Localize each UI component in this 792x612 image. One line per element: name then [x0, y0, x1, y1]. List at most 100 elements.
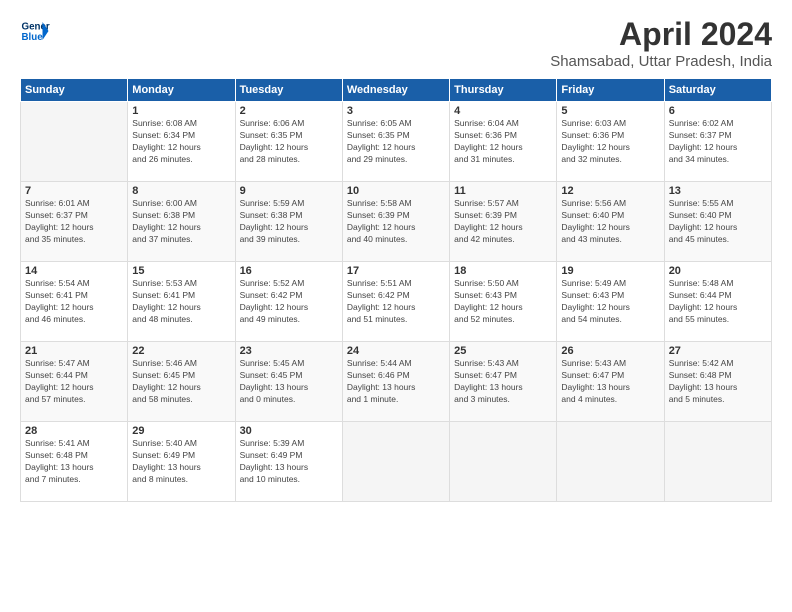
day-info: Sunrise: 5:43 AM Sunset: 6:47 PM Dayligh… [454, 358, 552, 406]
calendar-cell: 22Sunrise: 5:46 AM Sunset: 6:45 PM Dayli… [128, 342, 235, 422]
day-info: Sunrise: 5:41 AM Sunset: 6:48 PM Dayligh… [25, 438, 123, 486]
calendar-week-2: 7Sunrise: 6:01 AM Sunset: 6:37 PM Daylig… [21, 182, 772, 262]
day-number: 28 [25, 425, 123, 437]
calendar-week-3: 14Sunrise: 5:54 AM Sunset: 6:41 PM Dayli… [21, 262, 772, 342]
day-info: Sunrise: 5:47 AM Sunset: 6:44 PM Dayligh… [25, 358, 123, 406]
day-info: Sunrise: 5:43 AM Sunset: 6:47 PM Dayligh… [561, 358, 659, 406]
calendar-cell: 9Sunrise: 5:59 AM Sunset: 6:38 PM Daylig… [235, 182, 342, 262]
day-number: 3 [347, 105, 445, 117]
svg-text:Blue: Blue [22, 32, 44, 43]
day-number: 29 [132, 425, 230, 437]
calendar-cell: 8Sunrise: 6:00 AM Sunset: 6:38 PM Daylig… [128, 182, 235, 262]
logo: General Blue [20, 16, 50, 46]
calendar-table: SundayMondayTuesdayWednesdayThursdayFrid… [20, 78, 772, 502]
day-info: Sunrise: 5:46 AM Sunset: 6:45 PM Dayligh… [132, 358, 230, 406]
day-number: 6 [669, 105, 767, 117]
day-number: 1 [132, 105, 230, 117]
calendar-cell: 2Sunrise: 6:06 AM Sunset: 6:35 PM Daylig… [235, 102, 342, 182]
calendar-cell: 25Sunrise: 5:43 AM Sunset: 6:47 PM Dayli… [450, 342, 557, 422]
calendar-cell: 15Sunrise: 5:53 AM Sunset: 6:41 PM Dayli… [128, 262, 235, 342]
day-number: 4 [454, 105, 552, 117]
day-info: Sunrise: 6:06 AM Sunset: 6:35 PM Dayligh… [240, 118, 338, 166]
day-number: 24 [347, 345, 445, 357]
calendar-week-1: 1Sunrise: 6:08 AM Sunset: 6:34 PM Daylig… [21, 102, 772, 182]
day-number: 26 [561, 345, 659, 357]
day-number: 30 [240, 425, 338, 437]
header: General Blue April 2024 Shamsabad, Uttar… [20, 16, 772, 70]
calendar-cell [342, 422, 449, 502]
day-info: Sunrise: 6:01 AM Sunset: 6:37 PM Dayligh… [25, 198, 123, 246]
day-info: Sunrise: 6:04 AM Sunset: 6:36 PM Dayligh… [454, 118, 552, 166]
page-container: General Blue April 2024 Shamsabad, Uttar… [0, 0, 792, 512]
day-number: 25 [454, 345, 552, 357]
day-info: Sunrise: 5:59 AM Sunset: 6:38 PM Dayligh… [240, 198, 338, 246]
day-number: 17 [347, 265, 445, 277]
calendar-header-thursday: Thursday [450, 79, 557, 102]
calendar-cell: 29Sunrise: 5:40 AM Sunset: 6:49 PM Dayli… [128, 422, 235, 502]
calendar-cell: 27Sunrise: 5:42 AM Sunset: 6:48 PM Dayli… [664, 342, 771, 422]
day-info: Sunrise: 6:08 AM Sunset: 6:34 PM Dayligh… [132, 118, 230, 166]
day-info: Sunrise: 6:00 AM Sunset: 6:38 PM Dayligh… [132, 198, 230, 246]
calendar-cell: 14Sunrise: 5:54 AM Sunset: 6:41 PM Dayli… [21, 262, 128, 342]
calendar-cell: 12Sunrise: 5:56 AM Sunset: 6:40 PM Dayli… [557, 182, 664, 262]
calendar-cell: 16Sunrise: 5:52 AM Sunset: 6:42 PM Dayli… [235, 262, 342, 342]
day-number: 22 [132, 345, 230, 357]
day-number: 18 [454, 265, 552, 277]
day-info: Sunrise: 5:49 AM Sunset: 6:43 PM Dayligh… [561, 278, 659, 326]
day-number: 9 [240, 185, 338, 197]
day-number: 12 [561, 185, 659, 197]
day-number: 7 [25, 185, 123, 197]
calendar-header-sunday: Sunday [21, 79, 128, 102]
day-info: Sunrise: 5:58 AM Sunset: 6:39 PM Dayligh… [347, 198, 445, 246]
day-number: 5 [561, 105, 659, 117]
day-info: Sunrise: 5:44 AM Sunset: 6:46 PM Dayligh… [347, 358, 445, 406]
day-number: 8 [132, 185, 230, 197]
calendar-cell: 4Sunrise: 6:04 AM Sunset: 6:36 PM Daylig… [450, 102, 557, 182]
day-number: 21 [25, 345, 123, 357]
calendar-cell: 20Sunrise: 5:48 AM Sunset: 6:44 PM Dayli… [664, 262, 771, 342]
title-area: April 2024 Shamsabad, Uttar Pradesh, Ind… [550, 16, 772, 70]
day-number: 15 [132, 265, 230, 277]
calendar-cell: 17Sunrise: 5:51 AM Sunset: 6:42 PM Dayli… [342, 262, 449, 342]
day-info: Sunrise: 5:40 AM Sunset: 6:49 PM Dayligh… [132, 438, 230, 486]
day-number: 20 [669, 265, 767, 277]
calendar-cell: 21Sunrise: 5:47 AM Sunset: 6:44 PM Dayli… [21, 342, 128, 422]
calendar-cell [664, 422, 771, 502]
day-info: Sunrise: 5:52 AM Sunset: 6:42 PM Dayligh… [240, 278, 338, 326]
calendar-header-wednesday: Wednesday [342, 79, 449, 102]
calendar-header-tuesday: Tuesday [235, 79, 342, 102]
day-number: 27 [669, 345, 767, 357]
day-number: 13 [669, 185, 767, 197]
day-number: 10 [347, 185, 445, 197]
day-info: Sunrise: 5:54 AM Sunset: 6:41 PM Dayligh… [25, 278, 123, 326]
calendar-cell: 23Sunrise: 5:45 AM Sunset: 6:45 PM Dayli… [235, 342, 342, 422]
day-info: Sunrise: 6:03 AM Sunset: 6:36 PM Dayligh… [561, 118, 659, 166]
day-info: Sunrise: 5:51 AM Sunset: 6:42 PM Dayligh… [347, 278, 445, 326]
day-info: Sunrise: 6:02 AM Sunset: 6:37 PM Dayligh… [669, 118, 767, 166]
calendar-header-saturday: Saturday [664, 79, 771, 102]
calendar-cell: 6Sunrise: 6:02 AM Sunset: 6:37 PM Daylig… [664, 102, 771, 182]
calendar-week-5: 28Sunrise: 5:41 AM Sunset: 6:48 PM Dayli… [21, 422, 772, 502]
calendar-header-row: SundayMondayTuesdayWednesdayThursdayFrid… [21, 79, 772, 102]
day-number: 11 [454, 185, 552, 197]
calendar-week-4: 21Sunrise: 5:47 AM Sunset: 6:44 PM Dayli… [21, 342, 772, 422]
day-info: Sunrise: 5:42 AM Sunset: 6:48 PM Dayligh… [669, 358, 767, 406]
calendar-header-friday: Friday [557, 79, 664, 102]
sub-title: Shamsabad, Uttar Pradesh, India [550, 53, 772, 70]
calendar-cell [557, 422, 664, 502]
calendar-header-monday: Monday [128, 79, 235, 102]
calendar-cell: 28Sunrise: 5:41 AM Sunset: 6:48 PM Dayli… [21, 422, 128, 502]
calendar-cell: 7Sunrise: 6:01 AM Sunset: 6:37 PM Daylig… [21, 182, 128, 262]
calendar-cell: 5Sunrise: 6:03 AM Sunset: 6:36 PM Daylig… [557, 102, 664, 182]
calendar-cell: 30Sunrise: 5:39 AM Sunset: 6:49 PM Dayli… [235, 422, 342, 502]
day-info: Sunrise: 5:56 AM Sunset: 6:40 PM Dayligh… [561, 198, 659, 246]
day-number: 16 [240, 265, 338, 277]
calendar-cell: 3Sunrise: 6:05 AM Sunset: 6:35 PM Daylig… [342, 102, 449, 182]
day-info: Sunrise: 5:45 AM Sunset: 6:45 PM Dayligh… [240, 358, 338, 406]
day-number: 19 [561, 265, 659, 277]
day-info: Sunrise: 5:48 AM Sunset: 6:44 PM Dayligh… [669, 278, 767, 326]
day-number: 2 [240, 105, 338, 117]
day-info: Sunrise: 5:53 AM Sunset: 6:41 PM Dayligh… [132, 278, 230, 326]
calendar-cell: 26Sunrise: 5:43 AM Sunset: 6:47 PM Dayli… [557, 342, 664, 422]
day-info: Sunrise: 5:55 AM Sunset: 6:40 PM Dayligh… [669, 198, 767, 246]
